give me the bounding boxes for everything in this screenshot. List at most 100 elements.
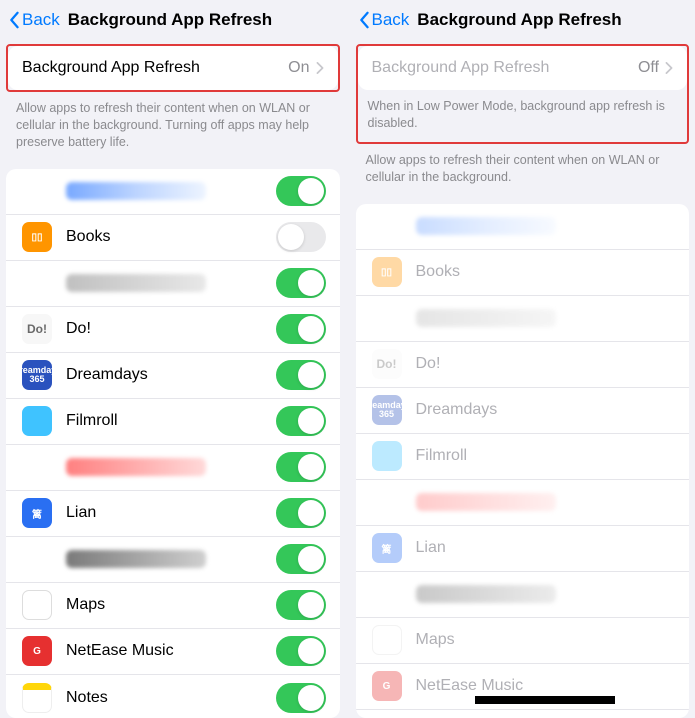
toggle-knob [298,362,324,388]
app-label: Do! [66,320,262,338]
maps-icon [372,625,402,655]
nav-header: Back Background App Refresh [350,0,695,44]
app-icon [372,487,402,517]
app-icon [22,268,52,298]
app-label: Maps [416,631,676,649]
redacted-app-name [416,493,556,511]
background-refresh-setting-row[interactable]: Background App Refresh On [8,46,338,90]
app-label: Filmroll [416,447,676,465]
back-button[interactable]: Back [358,10,410,30]
app-icon [22,544,52,574]
background-refresh-setting-row[interactable]: Background App Refresh Off [358,46,688,90]
app-toggle[interactable] [276,590,326,620]
app-toggle[interactable] [276,268,326,298]
app-row [6,445,340,491]
books-icon: ▯▯ [372,257,402,287]
app-row: Dreamdays 365Dreamdays [6,353,340,399]
setting-label: Background App Refresh [22,59,200,77]
app-row: ▯▯Books [356,250,690,296]
dream-icon: Dreamdays 365 [372,395,402,425]
app-toggle[interactable] [276,176,326,206]
page-title: Background App Refresh [68,10,272,30]
toggle-knob [298,546,324,572]
app-toggle[interactable] [276,452,326,482]
app-row: ▯▯Books [6,215,340,261]
back-button[interactable]: Back [8,10,60,30]
app-row: Dreamdays 365Dreamdays [356,388,690,434]
app-label [416,493,676,511]
app-label [66,550,262,568]
chevron-right-icon [316,62,324,74]
app-label [416,217,676,235]
toggle-knob [298,592,324,618]
app-row: Maps [6,583,340,629]
redacted-app-name [416,585,556,603]
app-row: 篱Lian [356,526,690,572]
do-icon: Do! [22,314,52,344]
setting-value: Off [638,59,659,77]
toggle-knob [278,224,304,250]
app-row: Do! Do! [6,307,340,353]
app-toggle[interactable] [276,314,326,344]
app-row [356,296,690,342]
redacted-app-name [66,550,206,568]
app-list: ▯▯Books Do!Do!Dreamdays 365Dreamdays Filmr… [356,204,690,718]
highlight-box: Background App Refresh Off When in Low P… [356,44,690,144]
app-row: Do!Do! [356,342,690,388]
app-icon [22,452,52,482]
app-toggle[interactable] [276,498,326,528]
app-toggle[interactable] [276,544,326,574]
app-icon [372,579,402,609]
app-label: Notes [66,689,262,707]
app-label: Do! [416,355,676,373]
lian-icon: 篱 [22,498,52,528]
app-toggle[interactable] [276,360,326,390]
dream-icon: Dreamdays 365 [22,360,52,390]
app-toggle[interactable] [276,636,326,666]
redacted-app-name [66,182,206,200]
toggle-knob [298,178,324,204]
netease-icon: G [22,636,52,666]
app-label [66,274,262,292]
chevron-left-icon [358,11,370,29]
app-toggle[interactable] [276,406,326,436]
app-row [356,204,690,250]
setting-caption: Allow apps to refresh their content when… [350,144,695,186]
app-label [416,309,676,327]
chevron-right-icon [665,62,673,74]
toggle-knob [298,408,324,434]
chevron-left-icon [8,11,20,29]
app-toggle[interactable] [276,222,326,252]
app-row [356,572,690,618]
redacted-app-name [66,458,206,476]
nav-header: Back Background App Refresh [0,0,346,44]
app-toggle[interactable] [276,683,326,713]
toggle-knob [298,316,324,342]
settings-panel-off: Back Background App Refresh Background A… [350,0,695,718]
app-icon [22,176,52,206]
page-title: Background App Refresh [417,10,621,30]
highlight-box: Background App Refresh On [6,44,340,92]
app-row: Filmroll [6,399,340,445]
app-row: Notes [6,675,340,718]
app-row: Notes [356,710,690,718]
toggle-knob [298,270,324,296]
app-label [66,458,262,476]
toggle-knob [298,500,324,526]
settings-panel-on: Back Background App Refresh Background A… [0,0,350,718]
app-row [356,480,690,526]
app-row [6,261,340,307]
app-icon [372,211,402,241]
app-label: Lian [66,504,262,522]
app-label: NetEase Music [66,642,262,660]
app-label [66,182,262,200]
low-power-caption: When in Low Power Mode, background app r… [358,90,688,142]
app-row: G NetEase Music [6,629,340,675]
redacted-app-name [416,217,556,235]
app-row: Maps [356,618,690,664]
notes-icon [22,683,52,713]
lian-icon: 篱 [372,533,402,563]
film-icon [22,406,52,436]
books-icon: ▯▯ [22,222,52,252]
toggle-knob [298,454,324,480]
